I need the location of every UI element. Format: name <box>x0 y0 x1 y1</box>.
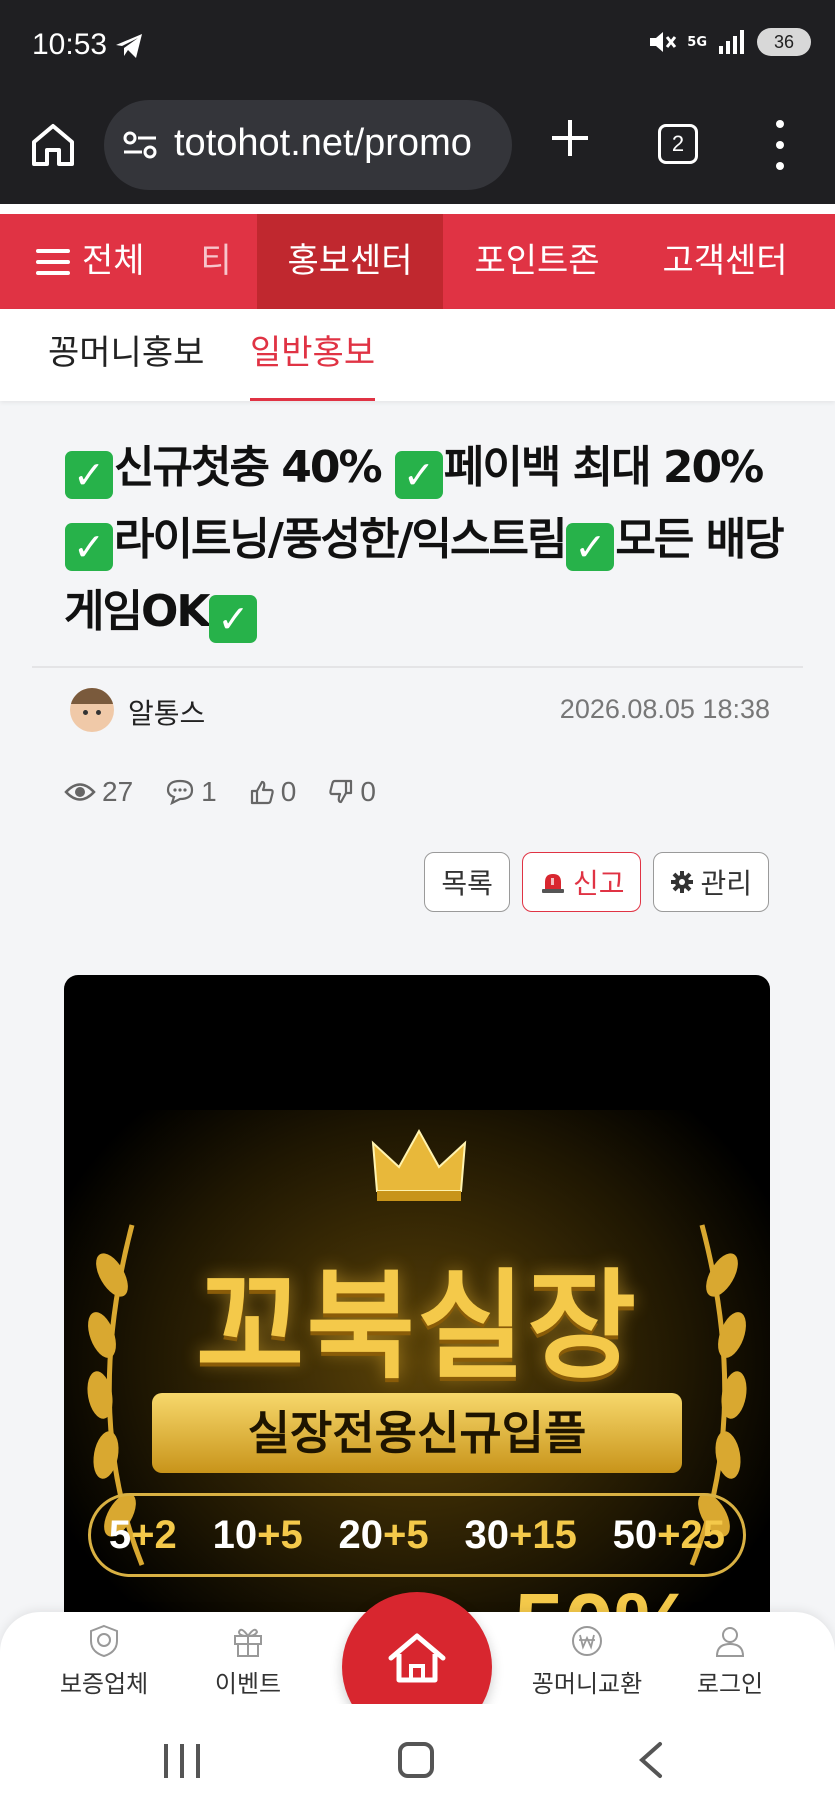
browser-toolbar: totohot.net/promo 2 <box>0 90 835 204</box>
thumbs-down-icon <box>329 779 353 804</box>
promo-tier: 20+5 <box>338 1512 429 1557</box>
check-icon: ✓ <box>394 451 443 499</box>
sub-tabs: 꽁머니홍보 일반홍보 <box>0 309 835 401</box>
back-icon[interactable] <box>636 1740 666 1780</box>
system-icons: 5G 36 <box>647 28 811 56</box>
dislikes-count: 0 <box>360 776 376 807</box>
tab-free-money-promo[interactable]: 꽁머니홍보 <box>48 309 204 401</box>
battery-indicator: 36 <box>757 28 811 56</box>
nav-item-promo-center[interactable]: 홍보센터 <box>257 214 443 309</box>
hamburger-icon <box>36 248 70 275</box>
manage-button[interactable]: 관리 <box>653 852 769 912</box>
list-button-label: 목록 <box>441 867 493 900</box>
mute-icon <box>650 32 677 52</box>
toolbar-divider <box>0 204 835 214</box>
post-actions: 목록 신고 관리 <box>424 852 769 912</box>
home-icon <box>388 1633 446 1683</box>
comments-count: 1 <box>201 776 217 807</box>
gear-icon <box>671 871 694 893</box>
site-settings-icon[interactable] <box>122 130 158 160</box>
author-row: 알통스 2026.08.05 18:38 <box>70 688 770 732</box>
views-count: 27 <box>102 776 134 807</box>
android-home-icon[interactable] <box>398 1742 434 1778</box>
comments-stat: 1 <box>165 776 217 808</box>
title-divider <box>32 666 803 668</box>
network-type: 5G <box>687 34 707 50</box>
promo-tier: 50+25 <box>612 1512 726 1557</box>
nav-item-customer-center[interactable]: 고객센터 <box>640 214 810 309</box>
nav-all-label: 전체 <box>82 241 145 281</box>
shield-coin-icon <box>90 1624 118 1658</box>
nav-all-menu[interactable]: 전체 <box>36 214 145 309</box>
report-button-label: 신고 <box>572 867 625 900</box>
recent-apps-icon[interactable] <box>164 1744 200 1778</box>
views-stat: 27 <box>64 776 133 808</box>
bottom-nav-label: 이벤트 <box>214 1670 282 1698</box>
crown-icon <box>371 1128 467 1201</box>
promo-tier: 10+5 <box>212 1512 303 1557</box>
avatar[interactable] <box>70 688 114 732</box>
promo-brand-text: 꼬북실장 <box>195 1257 639 1395</box>
nav-item-point-zone[interactable]: 포인트존 <box>462 214 612 309</box>
url-text[interactable]: totohot.net/promo <box>174 122 472 165</box>
thumbs-up-icon <box>250 780 274 805</box>
check-icon: ✓ <box>65 523 113 571</box>
bottom-nav-verified-sites[interactable]: 보증업체 <box>34 1624 174 1699</box>
title-part-1: 신규첫충 40% <box>114 442 394 493</box>
check-icon: ✓ <box>566 523 615 571</box>
likes-count: 0 <box>280 776 297 807</box>
home-icon[interactable] <box>28 120 78 170</box>
bottom-nav-money-exchange[interactable]: 꽁머니교환 <box>517 1624 657 1699</box>
check-icon: ✓ <box>65 451 113 499</box>
signal-icon <box>719 30 744 54</box>
comment-icon <box>167 779 194 805</box>
report-button[interactable]: 신고 <box>521 852 642 912</box>
tab-switcher-button[interactable]: 2 <box>658 124 698 164</box>
list-button[interactable]: 목록 <box>424 852 510 912</box>
post-stats: 27 1 0 0 <box>64 776 376 808</box>
promo-tier: 5+2 <box>108 1512 177 1557</box>
promo-tiers: 5+2 10+5 20+5 30+15 50+25 <box>88 1493 746 1577</box>
bottom-nav-label: 로그인 <box>696 1670 764 1698</box>
promo-tier: 30+15 <box>464 1512 577 1557</box>
promo-banner-image: 꼬북실장 실장전용신규입플 5+2 10+5 20+5 30+15 50+25 … <box>64 975 770 1635</box>
bottom-nav-events[interactable]: 이벤트 <box>178 1624 318 1699</box>
check-icon: ✓ <box>209 595 258 643</box>
title-part-2: 페이백 최대 20% <box>443 442 764 493</box>
address-bar[interactable]: totohot.net/promo <box>104 100 512 190</box>
nav-item-partial[interactable]: 티 <box>176 214 256 309</box>
post-title: ✓ 신규첫충 40% ✓ 페이백 최대 20%✓ 라이트닝/풍성한/익스트림 ✓ 모든 배… <box>64 432 785 648</box>
status-bar: 10:53 5G 36 <box>0 0 835 90</box>
status-time: 10:53 <box>32 28 108 61</box>
post-date: 2026.08.05 18:38 <box>559 694 770 724</box>
bottom-nav-login[interactable]: 로그인 <box>660 1624 800 1699</box>
title-part-3: 라이트닝/풍성한/익스트림 <box>114 514 567 565</box>
android-nav-bar <box>0 1704 835 1809</box>
dislikes-stat[interactable]: 0 <box>328 776 376 808</box>
promo-ribbon-text: 실장전용신규입플 <box>152 1393 682 1473</box>
eye-icon <box>64 783 96 801</box>
author-name[interactable]: 알통스 <box>128 692 205 732</box>
won-coin-icon <box>572 1626 602 1656</box>
main-nav: 전체 티 홍보센터 포인트존 고객센터 <box>0 214 835 309</box>
bottom-nav-label: 보증업체 <box>59 1670 149 1698</box>
manage-button-label: 관리 <box>700 867 752 900</box>
more-menu-icon[interactable] <box>770 120 790 170</box>
bottom-nav-label: 꽁머니교환 <box>531 1670 643 1698</box>
gift-icon <box>234 1628 262 1657</box>
telegram-icon <box>116 34 142 58</box>
tab-general-promo[interactable]: 일반홍보 <box>250 309 376 401</box>
user-icon <box>715 1627 745 1657</box>
new-tab-icon[interactable] <box>548 116 592 160</box>
siren-icon <box>541 874 564 893</box>
likes-stat[interactable]: 0 <box>249 776 297 808</box>
